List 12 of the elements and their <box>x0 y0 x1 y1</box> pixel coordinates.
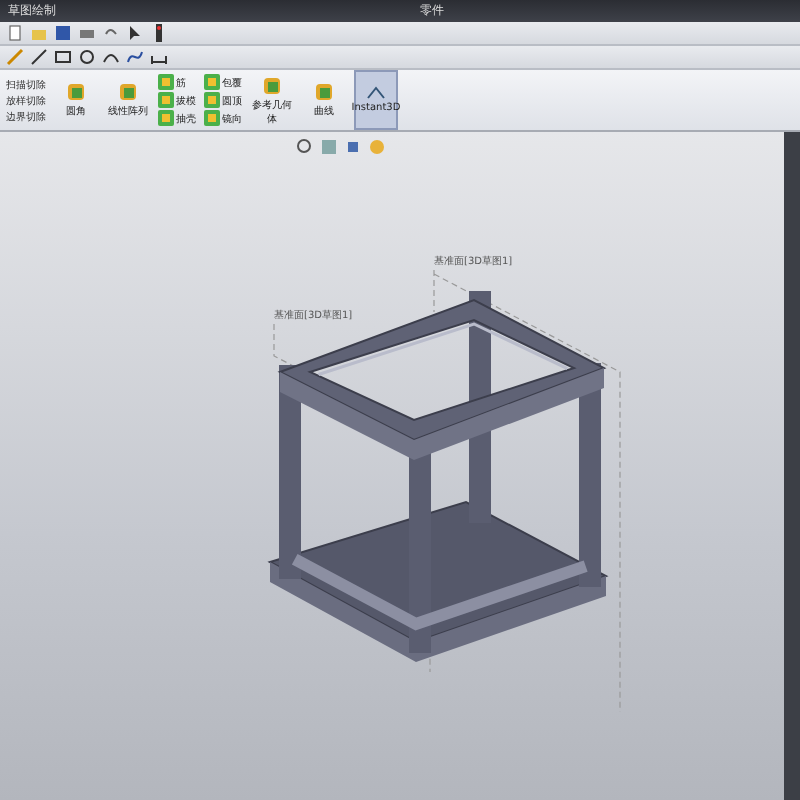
traffic-light-icon[interactable] <box>150 24 168 42</box>
circle-icon[interactable] <box>78 48 96 66</box>
feature-icon <box>262 75 282 95</box>
feature-icon <box>66 82 86 102</box>
new-document-icon[interactable] <box>6 24 24 42</box>
arc-icon[interactable] <box>102 48 120 66</box>
line-icon[interactable] <box>30 48 48 66</box>
spline-icon[interactable] <box>126 48 144 66</box>
chevron-icon <box>366 86 386 102</box>
save-icon[interactable] <box>54 24 72 42</box>
feature-icon <box>314 82 334 102</box>
rectangle-icon[interactable] <box>54 48 72 66</box>
